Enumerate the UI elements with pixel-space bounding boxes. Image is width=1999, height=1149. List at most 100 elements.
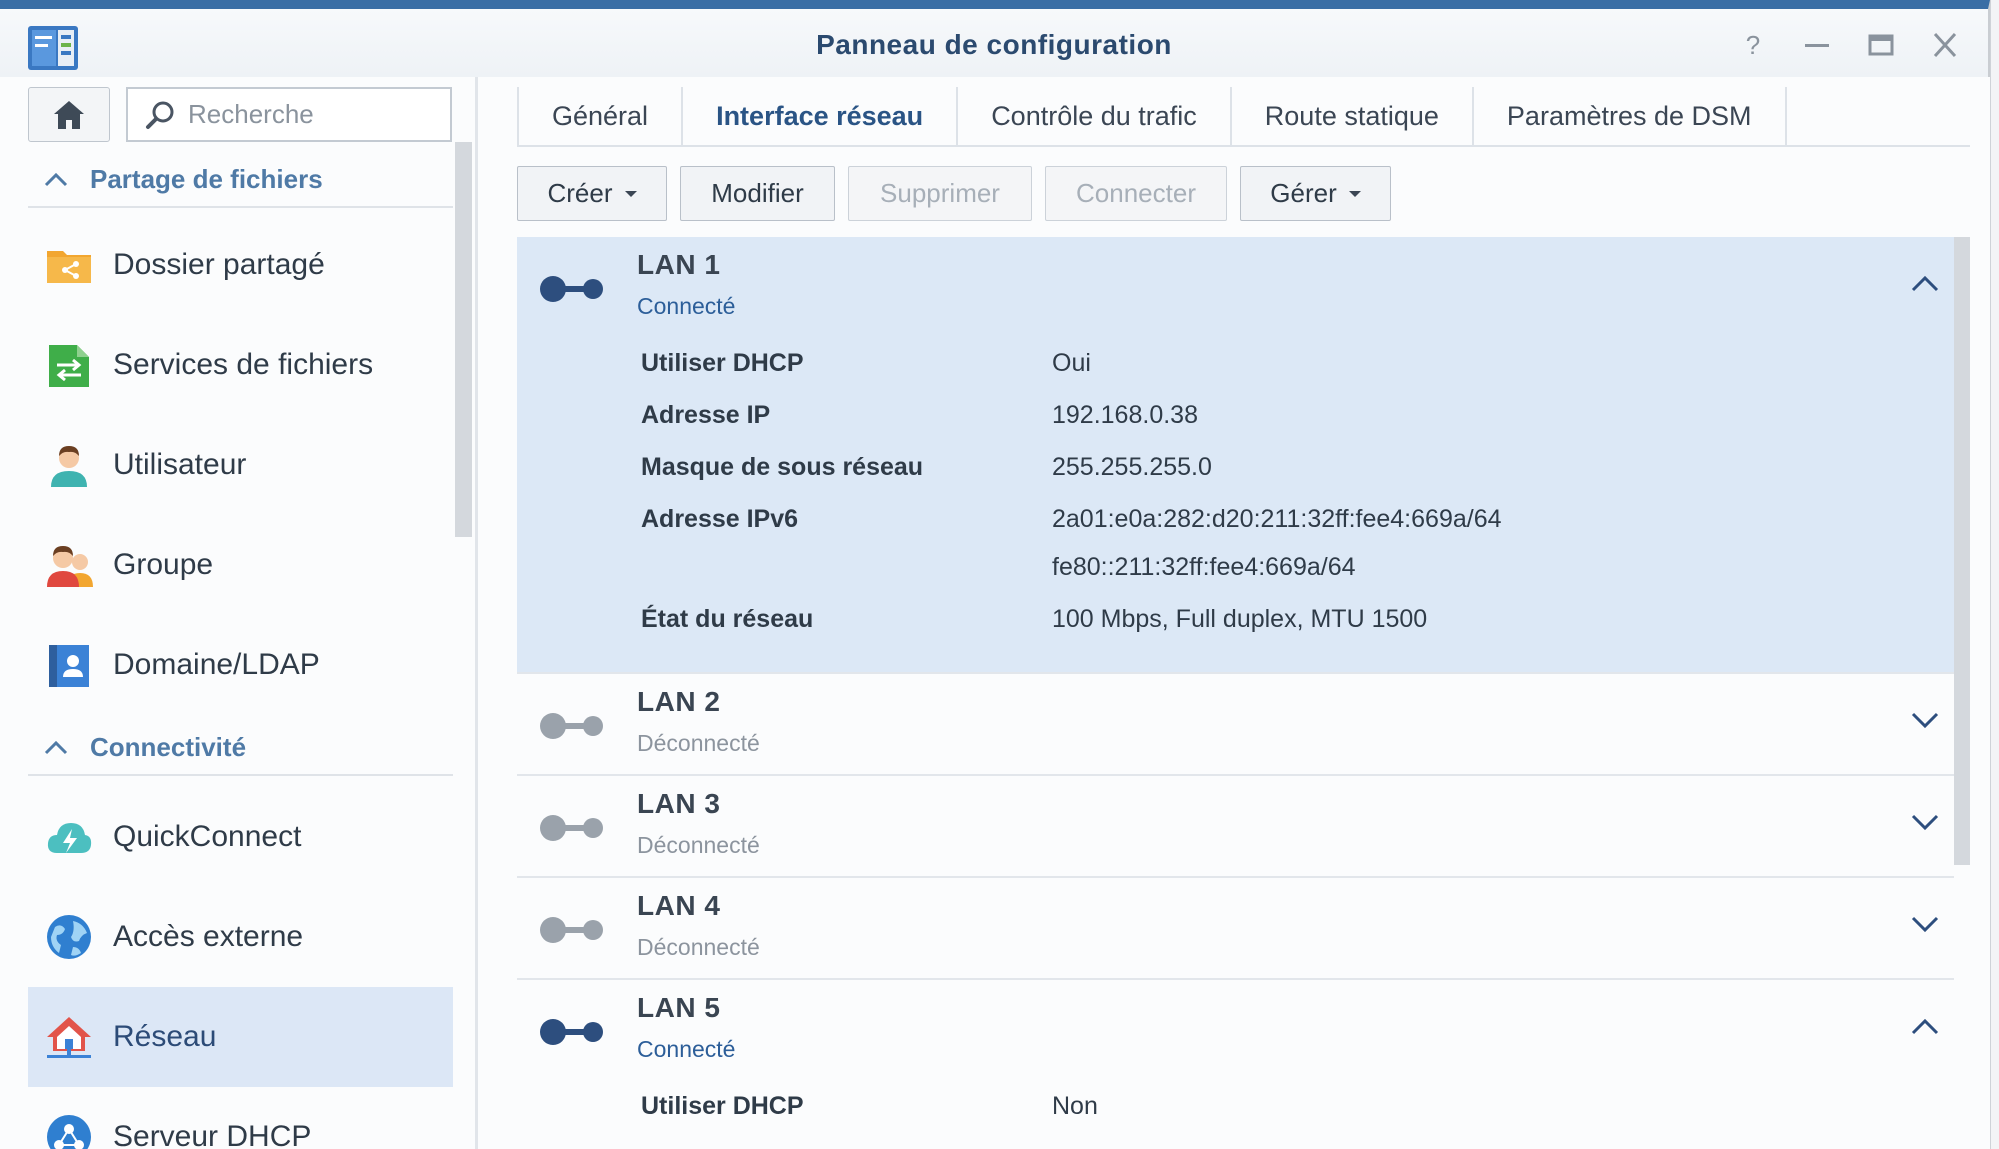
- sidebar-item-network[interactable]: Réseau: [28, 987, 453, 1087]
- sidebar-item-external-access[interactable]: Accès externe: [28, 887, 453, 987]
- interface-status: Connecté: [637, 293, 736, 319]
- sidebar-item-label: Réseau: [113, 1020, 217, 1053]
- detail-row: Utiliser DHCP Non: [517, 1082, 1954, 1134]
- search-icon: [146, 101, 174, 129]
- manage-button[interactable]: Gérer: [1240, 166, 1391, 221]
- window-title: Panneau de configuration: [816, 29, 1172, 60]
- delete-button[interactable]: Supprimer: [848, 166, 1032, 221]
- sidebar-item-quickconnect[interactable]: QuickConnect: [28, 787, 453, 887]
- interface-item-lan2[interactable]: LAN 2 Déconnecté: [517, 674, 1954, 776]
- title-bar[interactable]: Panneau de configuration ?: [0, 9, 1988, 77]
- main-panel: Général Interface réseau Contrôle du tra…: [481, 77, 1990, 1149]
- detail-row: État du réseau 100 Mbps, Full duplex, MTU…: [517, 595, 1954, 647]
- section-connectivity[interactable]: Connectivité: [28, 720, 453, 776]
- detail-value: fe80::211:32ff:fee4:669a/64: [1052, 553, 1356, 581]
- svg-text:?: ?: [1746, 30, 1760, 60]
- desktop-background-edge: [1990, 0, 1999, 1149]
- detail-row: Utiliser DHCP Oui: [517, 339, 1954, 391]
- search-input[interactable]: [188, 99, 438, 130]
- chevron-down-icon[interactable]: [1910, 914, 1940, 934]
- domain-ldap-icon: [49, 645, 89, 687]
- detail-value: Oui: [1052, 349, 1091, 377]
- interface-status: Connecté: [637, 1036, 736, 1062]
- interface-status: Déconnecté: [637, 934, 760, 960]
- disconnected-cable-icon: [540, 815, 603, 841]
- section-title: Partage de fichiers: [90, 163, 323, 194]
- manage-button-label: Gérer: [1270, 178, 1337, 208]
- detail-label: Adresse IP: [641, 401, 771, 429]
- interface-header[interactable]: LAN 3 Déconnecté: [517, 776, 1954, 878]
- sidebar-item-label: Serveur DHCP: [113, 1120, 312, 1149]
- interface-header[interactable]: LAN 5 Connecté: [517, 980, 1954, 1082]
- search-box[interactable]: [126, 87, 452, 142]
- detail-label: Utiliser DHCP: [641, 349, 804, 377]
- connect-button-label: Connecter: [1076, 178, 1196, 208]
- group-icon: [47, 546, 93, 587]
- maximize-icon[interactable]: [1861, 27, 1901, 63]
- chevron-down-icon[interactable]: [1910, 710, 1940, 730]
- sidebar-item-group[interactable]: Groupe: [28, 515, 453, 615]
- interface-name: LAN 4: [637, 890, 721, 921]
- interface-header[interactable]: LAN 1 Connecté: [517, 237, 1954, 339]
- sidebar-scrollbar[interactable]: [455, 142, 472, 537]
- delete-button-label: Supprimer: [880, 178, 1000, 208]
- sidebar-item-domain-ldap[interactable]: Domaine/LDAP: [28, 615, 453, 715]
- connect-button[interactable]: Connecter: [1045, 166, 1227, 221]
- chevron-up-icon[interactable]: [1910, 273, 1940, 293]
- minimize-icon[interactable]: [1797, 27, 1837, 63]
- sidebar-item-label: Utilisateur: [113, 448, 247, 481]
- sidebar-item-shared-folder[interactable]: Dossier partagé: [28, 215, 453, 315]
- sidebar-item-label: Services de fichiers: [113, 348, 374, 381]
- external-access-icon: [47, 915, 91, 959]
- interface-status: Déconnecté: [637, 832, 760, 858]
- sidebar-item-dhcp-server[interactable]: Serveur DHCP: [28, 1087, 453, 1149]
- section-file-sharing[interactable]: Partage de fichiers: [28, 152, 453, 208]
- quickconnect-icon: [47, 823, 92, 853]
- sidebar-item-label: QuickConnect: [113, 820, 302, 853]
- user-icon: [51, 446, 87, 487]
- sidebar-item-label: Accès externe: [113, 920, 304, 953]
- interface-header[interactable]: LAN 2 Déconnecté: [517, 674, 1954, 776]
- tab-static-route[interactable]: Route statique: [1232, 87, 1474, 145]
- create-button[interactable]: Créer: [517, 166, 667, 221]
- create-button-label: Créer: [547, 178, 613, 208]
- close-icon[interactable]: [1925, 27, 1965, 63]
- sidebar-item-user[interactable]: Utilisateur: [28, 415, 453, 515]
- detail-value: 255.255.255.0: [1052, 453, 1212, 481]
- detail-value: Non: [1052, 1092, 1098, 1120]
- shared-folder-icon: [47, 251, 91, 283]
- interface-item-lan3[interactable]: LAN 3 Déconnecté: [517, 776, 1954, 878]
- sidebar-item-label: Dossier partagé: [113, 248, 325, 281]
- sidebar-item-file-services[interactable]: Services de fichiers: [28, 315, 453, 415]
- tab-traffic-control[interactable]: Contrôle du trafic: [958, 87, 1232, 145]
- detail-value: 192.168.0.38: [1052, 401, 1198, 429]
- modify-button[interactable]: Modifier: [680, 166, 835, 221]
- disconnected-cable-icon: [540, 917, 603, 943]
- sidebar-item-label: Groupe: [113, 548, 214, 581]
- tab-general[interactable]: Général: [517, 87, 684, 145]
- chevron-down-icon[interactable]: [1910, 812, 1940, 832]
- detail-row: Adresse IPv6 2a01:e0a:282:d20:211:32ff:fe…: [517, 495, 1954, 543]
- interface-name: LAN 2: [637, 686, 721, 717]
- interface-header[interactable]: LAN 4 Déconnecté: [517, 878, 1954, 980]
- interface-item-lan4[interactable]: LAN 4 Déconnecté: [517, 878, 1954, 980]
- disconnected-cable-icon: [540, 713, 603, 739]
- interface-item-lan1[interactable]: LAN 1 Connecté Utiliser DHCP Oui Adresse …: [517, 237, 1954, 674]
- chevron-up-icon[interactable]: [1910, 1016, 1940, 1036]
- interface-name: LAN 5: [637, 992, 721, 1023]
- sidebar: Partage de fichiers Dossier partagé Serv…: [0, 77, 478, 1149]
- tab-network-interface[interactable]: Interface réseau: [683, 87, 959, 145]
- home-button[interactable]: [28, 87, 110, 142]
- interface-name: LAN 1: [637, 249, 721, 280]
- tab-dsm-settings[interactable]: Paramètres de DSM: [1474, 87, 1787, 145]
- detail-value: 2a01:e0a:282:d20:211:32ff:fee4:669a/64: [1052, 505, 1502, 533]
- detail-row: Masque de sous réseau 255.255.255.0: [517, 443, 1954, 495]
- content-scrollbar[interactable]: [1954, 237, 1970, 865]
- detail-label: Adresse IPv6: [641, 505, 799, 533]
- help-icon[interactable]: ?: [1733, 27, 1773, 63]
- file-services-icon: [49, 345, 89, 387]
- detail-label: État du réseau: [641, 605, 814, 633]
- interface-list: LAN 1 Connecté Utiliser DHCP Oui Adresse …: [517, 237, 1970, 1149]
- connected-cable-icon: [540, 1019, 603, 1045]
- interface-item-lan5[interactable]: LAN 5 Connecté Utiliser DHCP Non: [517, 980, 1954, 1149]
